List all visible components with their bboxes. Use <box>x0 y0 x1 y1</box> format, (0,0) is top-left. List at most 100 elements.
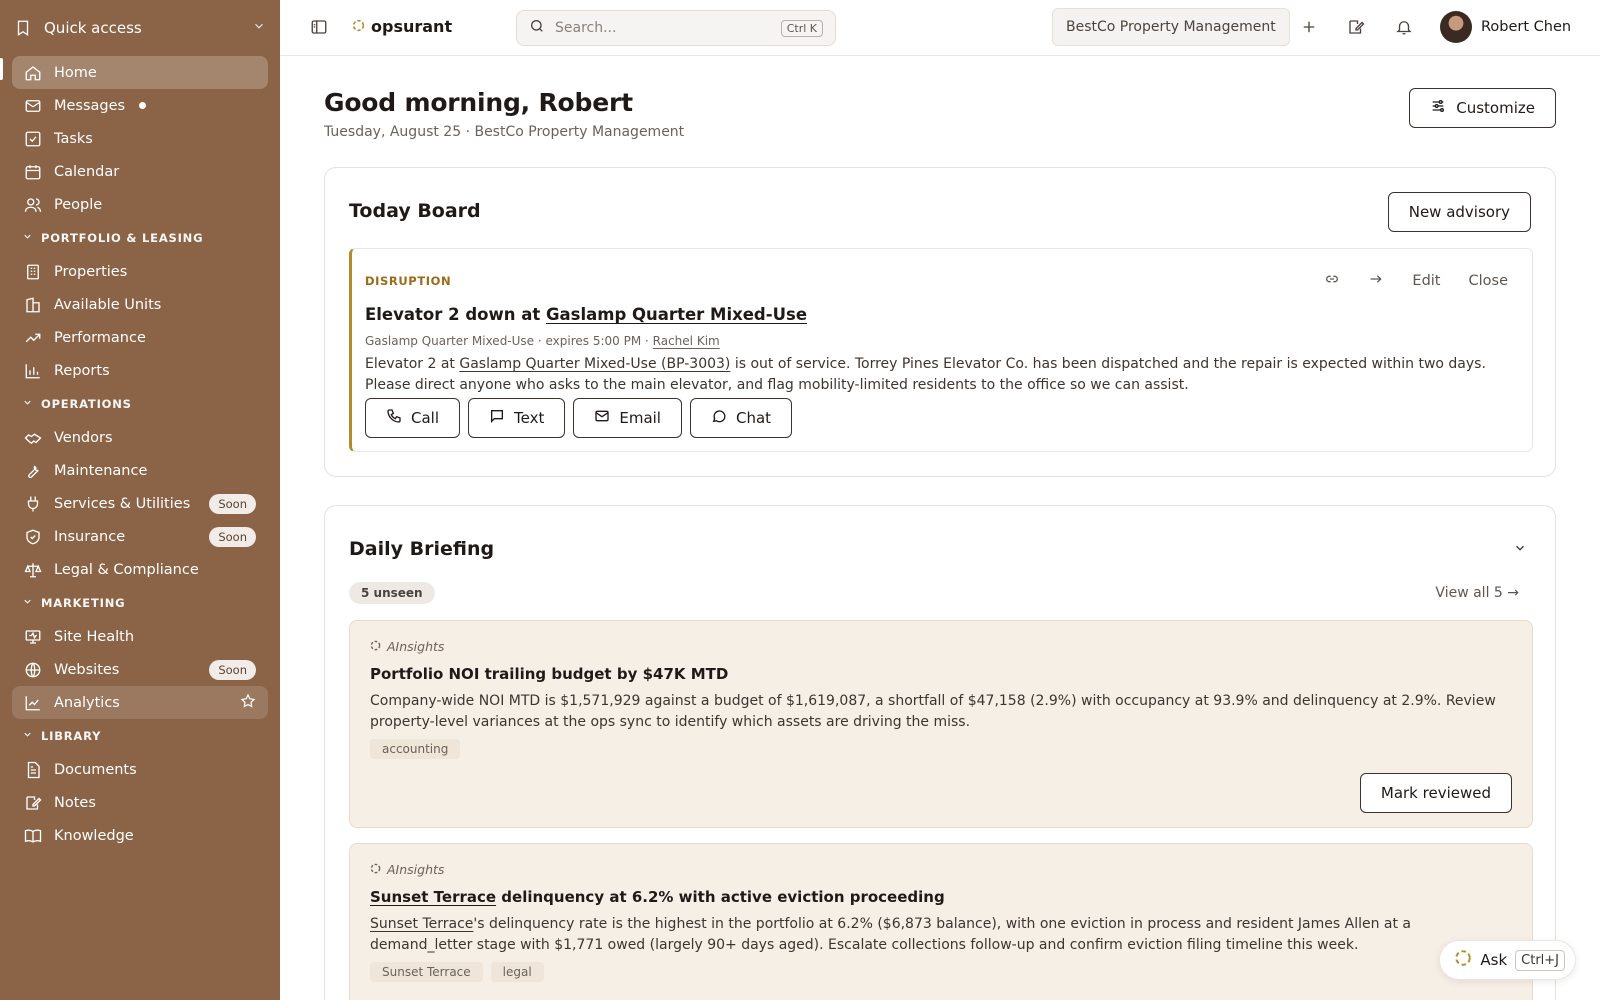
sidebar-item-knowledge[interactable]: Knowledge <box>12 819 268 852</box>
user-menu[interactable]: Robert Chen <box>1440 11 1571 43</box>
chat-button[interactable]: Chat <box>689 398 793 438</box>
section-operations[interactable]: OPERATIONS <box>0 387 280 421</box>
card-title: Daily Briefing <box>349 538 495 560</box>
search-placeholder: Search... <box>555 20 617 36</box>
plug-icon <box>24 495 42 513</box>
close-button[interactable]: Close <box>1469 273 1509 289</box>
card-title: Today Board <box>349 200 481 222</box>
search-shortcut: Ctrl K <box>780 19 823 37</box>
note-edit-icon[interactable] <box>1347 18 1365 40</box>
star-icon[interactable] <box>240 693 256 713</box>
sidebar-item-label: Home <box>54 64 97 81</box>
chevron-down-icon <box>252 19 266 37</box>
body-text: 's delinquency rate is the highest in th… <box>370 916 1412 953</box>
sidebar-item-notes[interactable]: Notes <box>12 786 268 819</box>
handshake-icon <box>24 429 42 447</box>
tag-chip[interactable]: Sunset Terrace <box>370 962 483 982</box>
sidebar-item-available-units[interactable]: Available Units <box>12 288 268 321</box>
sidebar-item-home[interactable]: Home <box>12 56 268 89</box>
person-link[interactable]: Rachel Kim <box>653 334 720 348</box>
sidebar-item-analytics[interactable]: Analytics <box>12 686 268 719</box>
property-link[interactable]: Sunset Terrace <box>370 916 473 932</box>
arrow-right-icon[interactable] <box>1368 271 1384 291</box>
line-chart-icon <box>24 694 42 712</box>
sidebar-item-performance[interactable]: Performance <box>12 321 268 354</box>
customize-button[interactable]: Customize <box>1409 88 1556 128</box>
chevron-down-icon[interactable] <box>1513 540 1527 559</box>
sidebar-item-label: Vendors <box>54 429 113 446</box>
insight-card: AInsights Portfolio NOI trailing budget … <box>349 620 1533 828</box>
sidebar-item-tasks[interactable]: Tasks <box>12 122 268 155</box>
sidebar-item-label: People <box>54 196 103 213</box>
sidebar-item-label: Tasks <box>54 130 93 147</box>
logo-mark-icon <box>352 17 365 36</box>
sidebar-item-calendar[interactable]: Calendar <box>12 155 268 188</box>
people-icon <box>24 196 42 214</box>
sidebar-item-vendors[interactable]: Vendors <box>12 421 268 454</box>
sidebar-item-label: Analytics <box>54 694 120 711</box>
building-icon <box>24 263 42 281</box>
ai-spark-icon <box>1454 949 1472 971</box>
topbar: opsurant Search... Ctrl K BestCo Propert… <box>280 0 1600 56</box>
unread-dot <box>139 102 147 109</box>
sidebar-item-label: Insurance <box>54 528 126 545</box>
search-input[interactable]: Search... Ctrl K <box>516 10 836 46</box>
chevron-down-icon <box>22 596 33 610</box>
quick-access-toggle[interactable]: Quick access <box>0 0 280 56</box>
sidebar-item-label: Documents <box>54 761 137 778</box>
sidebar-item-documents[interactable]: Documents <box>12 753 268 786</box>
message-square-icon <box>489 408 505 428</box>
insight-body: Sunset Terrace's delinquency rate is the… <box>370 914 1480 956</box>
section-library[interactable]: LIBRARY <box>0 719 280 753</box>
call-button[interactable]: Call <box>365 398 461 438</box>
chat-bubble-icon <box>711 408 727 428</box>
link-icon[interactable] <box>1324 271 1340 291</box>
property-link[interactable]: Gaslamp Quarter Mixed-Use (BP-3003) <box>459 356 730 372</box>
phone-icon <box>386 408 402 428</box>
sidebar-item-legal-compliance[interactable]: Legal & Compliance <box>12 553 268 586</box>
email-button[interactable]: Email <box>573 398 682 438</box>
section-title: OPERATIONS <box>41 397 132 411</box>
sidebar-item-websites[interactable]: Websites Soon <box>12 653 268 686</box>
insight-tags: Sunset Terrace legal <box>370 962 544 982</box>
property-link[interactable]: Sunset Terrace <box>370 888 496 906</box>
tag-chip[interactable]: legal <box>490 962 544 982</box>
sidebar-item-reports[interactable]: Reports <box>12 354 268 387</box>
bell-icon[interactable] <box>1395 18 1413 40</box>
sidebar-toggle-icon[interactable] <box>310 18 328 40</box>
property-link[interactable]: Gaslamp Quarter Mixed-Use <box>546 305 807 324</box>
customize-label: Customize <box>1456 99 1535 117</box>
ai-spark-icon <box>370 639 381 654</box>
sidebar-item-site-health[interactable]: Site Health <box>12 620 268 653</box>
contact-actions: Call Text Email Chat <box>365 398 793 438</box>
bookmark-icon <box>14 19 32 37</box>
section-marketing[interactable]: MARKETING <box>0 586 280 620</box>
book-icon <box>24 827 42 845</box>
advisory-title-text: Elevator 2 down at <box>365 305 546 324</box>
tag-chip[interactable]: accounting <box>370 739 461 759</box>
ask-assistant-button[interactable]: Ask Ctrl+J <box>1439 940 1576 980</box>
soon-badge: Soon <box>209 526 256 547</box>
plus-icon[interactable] <box>1300 18 1318 40</box>
sidebar-item-properties[interactable]: Properties <box>12 255 268 288</box>
body-text: Elevator 2 at <box>365 356 460 372</box>
insight-title: Portfolio NOI trailing budget by $47K MT… <box>370 665 729 683</box>
view-all-link[interactable]: View all 5 → <box>1435 585 1519 601</box>
sidebar-item-maintenance[interactable]: Maintenance <box>12 454 268 487</box>
insight-source: AInsights <box>370 639 444 654</box>
mark-reviewed-button[interactable]: Mark reviewed <box>1359 773 1512 813</box>
edit-button[interactable]: Edit <box>1412 273 1440 289</box>
advisory-item: DISRUPTION Edit Close Elevator 2 down at… <box>349 248 1533 452</box>
sidebar-item-people[interactable]: People <box>12 188 268 221</box>
sidebar-item-insurance[interactable]: Insurance Soon <box>12 520 268 553</box>
sidebar-item-services-utilities[interactable]: Services & Utilities Soon <box>12 487 268 520</box>
sidebar-item-messages[interactable]: Messages <box>12 89 268 122</box>
insight-source: AInsights <box>370 862 444 877</box>
logo[interactable]: opsurant <box>352 17 452 36</box>
user-name: Robert Chen <box>1481 19 1572 35</box>
org-switcher[interactable]: BestCo Property Management <box>1052 8 1290 46</box>
ai-spark-icon <box>370 862 381 877</box>
new-advisory-button[interactable]: New advisory <box>1387 192 1531 232</box>
section-portfolio-leasing[interactable]: PORTFOLIO & LEASING <box>0 221 280 255</box>
text-button[interactable]: Text <box>468 398 566 438</box>
